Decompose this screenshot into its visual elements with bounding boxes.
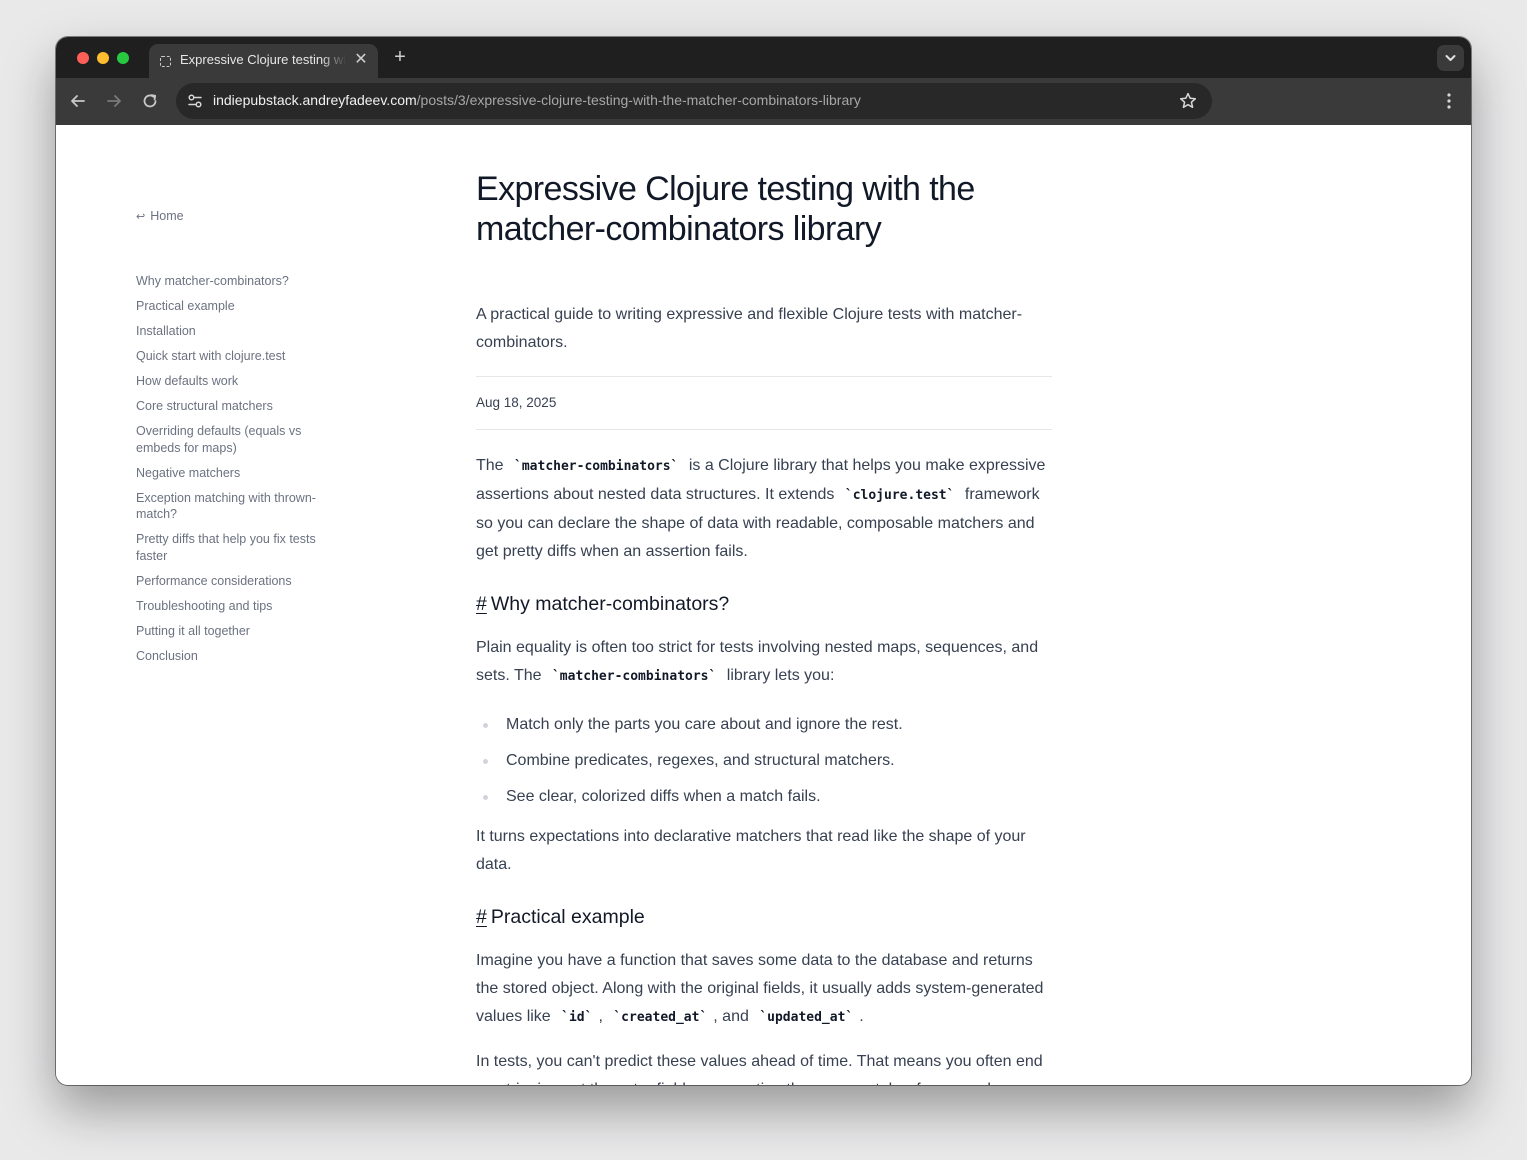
bullet-dot	[483, 759, 488, 764]
inline-code: `matcher-combinators`	[551, 669, 717, 684]
toc-item[interactable]: Troubleshooting and tips	[136, 598, 326, 615]
tune-icon	[188, 94, 202, 108]
toc-item[interactable]: Putting it all together	[136, 623, 326, 640]
star-icon	[1179, 92, 1197, 109]
paragraph: It turns expectations into declarative m…	[476, 828, 1026, 873]
publish-date: Aug 18, 2025	[476, 395, 557, 410]
tab-close-button[interactable]: ✕	[352, 51, 370, 69]
chevron-down-icon	[1445, 55, 1456, 61]
list-item-text: See clear, colorized diffs when a match …	[506, 788, 821, 805]
home-link[interactable]: ↩ Home	[136, 209, 184, 223]
toc-item[interactable]: Core structural matchers	[136, 398, 326, 415]
section-heading-text: Practical example	[490, 906, 645, 928]
section-heading-text: Why matcher-combinators?	[490, 593, 730, 615]
paragraph: Imagine you have a function that saves s…	[476, 947, 1052, 1032]
list-item: Combine predicates, regexes, and structu…	[476, 747, 1052, 775]
article-subtitle: A practical guide to writing expressive …	[476, 306, 1023, 351]
reload-icon	[143, 94, 157, 108]
tab-search-button[interactable]	[1437, 45, 1464, 71]
inline-code: `matcher-combinators`	[514, 459, 679, 474]
site-info-button[interactable]	[184, 90, 206, 112]
home-link-label: Home	[150, 209, 184, 223]
new-tab-button[interactable]: +	[389, 46, 411, 68]
inline-code: `clojure.test`	[844, 488, 955, 503]
bullet-list: Match only the parts you care about and …	[476, 711, 1052, 811]
intro-paragraph: The `matcher-combinators` is a Clojure l…	[476, 452, 1052, 566]
page-favicon-icon	[160, 56, 171, 67]
toc-item[interactable]: Overriding defaults (equals vs embeds fo…	[136, 423, 326, 456]
maximize-window-button[interactable]	[117, 52, 129, 64]
section-heading: # Why matcher-combinators?	[476, 590, 1052, 618]
list-item: Match only the parts you care about and …	[476, 711, 1052, 739]
browser-window: Expressive Clojure testing with the matc…	[56, 37, 1471, 1085]
toc-item[interactable]: Performance considerations	[136, 573, 326, 590]
url-text[interactable]: indiepubstack.andreyfadeev.com/posts/3/e…	[213, 92, 861, 108]
inline-code: `updated_at`	[759, 1010, 854, 1025]
table-of-contents: Why matcher-combinators? Practical examp…	[136, 273, 326, 673]
bookmark-button[interactable]	[1178, 91, 1198, 111]
section-heading: # Practical example	[476, 903, 1052, 931]
browser-menu-button[interactable]	[1439, 91, 1459, 111]
article-meta: Aug 18, 2025	[476, 376, 1052, 430]
paragraph: In tests, you can't predict these values…	[476, 1053, 1043, 1085]
forward-button[interactable]	[103, 90, 125, 112]
text-run: , and	[713, 1008, 754, 1025]
toc-item[interactable]: Why matcher-combinators?	[136, 273, 326, 290]
toc-item[interactable]: Quick start with clojure.test	[136, 348, 326, 365]
url-host: indiepubstack.andreyfadeev.com	[213, 92, 417, 108]
heading-anchor-link[interactable]: #	[476, 906, 487, 928]
back-button[interactable]	[67, 90, 89, 112]
text-run: library lets you:	[722, 667, 835, 684]
text-run: .	[859, 1008, 864, 1025]
toc-item[interactable]: Pretty diffs that help you fix tests fas…	[136, 531, 326, 564]
more-vertical-icon	[1447, 93, 1451, 109]
tab-bar: Expressive Clojure testing with the matc…	[56, 37, 1471, 78]
url-path: /posts/3/expressive-clojure-testing-with…	[416, 92, 861, 108]
reload-button[interactable]	[139, 90, 161, 112]
article: Expressive Clojure testing with the matc…	[476, 169, 1052, 1085]
close-window-button[interactable]	[77, 52, 89, 64]
toc-item[interactable]: How defaults work	[136, 373, 326, 390]
list-item-text: Match only the parts you care about and …	[506, 716, 903, 733]
browser-toolbar: indiepubstack.andreyfadeev.com/posts/3/e…	[56, 78, 1471, 125]
toc-item[interactable]: Conclusion	[136, 648, 326, 665]
text-run: The	[476, 457, 509, 474]
toc-item[interactable]: Negative matchers	[136, 465, 326, 482]
list-item: See clear, colorized diffs when a match …	[476, 783, 1052, 811]
article-title: Expressive Clojure testing with the matc…	[476, 170, 975, 248]
list-item-text: Combine predicates, regexes, and structu…	[506, 752, 895, 769]
arrow-left-icon	[71, 95, 85, 107]
arrow-right-icon	[107, 95, 121, 107]
return-arrow-icon: ↩	[136, 211, 146, 223]
toc-item[interactable]: Installation	[136, 323, 326, 340]
address-bar[interactable]: indiepubstack.andreyfadeev.com/posts/3/e…	[176, 83, 1212, 119]
minimize-window-button[interactable]	[97, 52, 109, 64]
heading-anchor-link[interactable]: #	[476, 593, 487, 615]
active-tab[interactable]: Expressive Clojure testing with the matc…	[149, 44, 378, 78]
tab-title: Expressive Clojure testing with the matc…	[180, 52, 346, 67]
toc-item[interactable]: Practical example	[136, 298, 326, 315]
bullet-dot	[483, 723, 488, 728]
toc-item[interactable]: Exception matching with thrown-match?	[136, 490, 326, 523]
bullet-dot	[483, 795, 488, 800]
paragraph: Plain equality is often too strict for t…	[476, 634, 1052, 691]
page-content: ↩ Home Why matcher-combinators? Practical…	[56, 125, 1471, 1085]
inline-code: `created_at`	[613, 1010, 708, 1025]
inline-code: `id`	[561, 1010, 593, 1025]
